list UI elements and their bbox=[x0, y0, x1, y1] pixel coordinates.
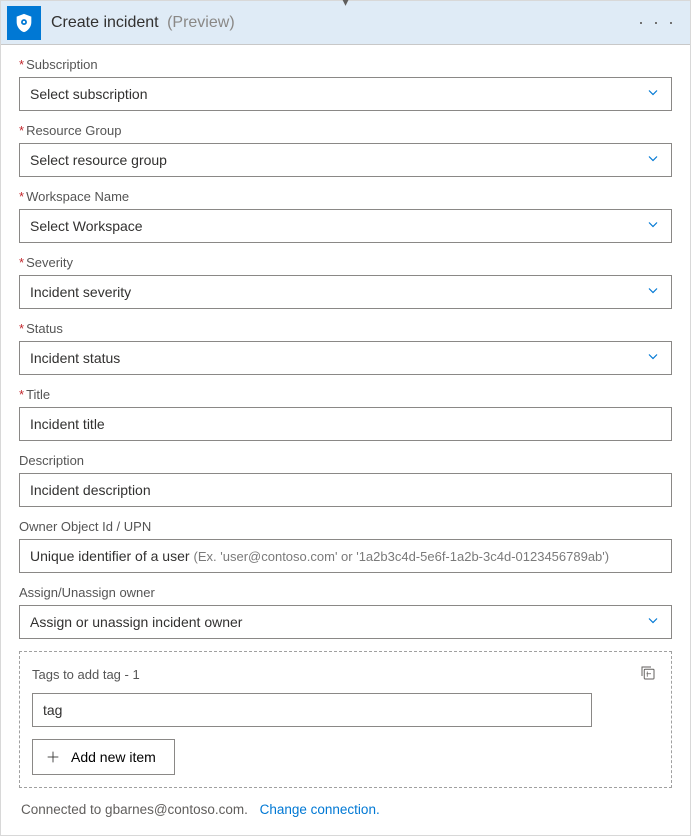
select-assign-owner[interactable]: Assign or unassign incident owner bbox=[19, 605, 672, 639]
field-status: *Status Incident status bbox=[19, 321, 672, 375]
card-title-text: Create incident bbox=[51, 14, 159, 31]
add-new-item-label: Add new item bbox=[71, 749, 156, 765]
label-description: Description bbox=[19, 453, 672, 468]
label-workspace: *Workspace Name bbox=[19, 189, 672, 204]
placeholder-subscription: Select subscription bbox=[30, 86, 148, 102]
sentinel-shield-icon bbox=[7, 6, 41, 40]
card-title: Create incident (Preview) bbox=[51, 14, 634, 32]
field-description: Description Incident description bbox=[19, 453, 672, 507]
input-tag[interactable]: tag bbox=[32, 693, 592, 727]
field-title: *Title Incident title bbox=[19, 387, 672, 441]
card-title-preview: (Preview) bbox=[167, 14, 235, 31]
tags-section: Tags to add tag - 1 tag Add new item bbox=[19, 651, 672, 788]
add-new-item-button[interactable]: Add new item bbox=[32, 739, 175, 775]
placeholder-assign-owner: Assign or unassign incident owner bbox=[30, 614, 242, 630]
field-assign-owner: Assign/Unassign owner Assign or unassign… bbox=[19, 585, 672, 639]
chevron-down-icon bbox=[645, 613, 661, 632]
plus-icon bbox=[45, 749, 61, 765]
chevron-down-icon bbox=[645, 349, 661, 368]
label-owner-id: Owner Object Id / UPN bbox=[19, 519, 672, 534]
chevron-down-icon bbox=[645, 217, 661, 236]
placeholder-status: Incident status bbox=[30, 350, 120, 366]
card-body: *Subscription Select subscription *Resou… bbox=[1, 45, 690, 835]
field-owner-id: Owner Object Id / UPN Unique identifier … bbox=[19, 519, 672, 573]
label-severity: *Severity bbox=[19, 255, 672, 270]
input-description[interactable]: Incident description bbox=[19, 473, 672, 507]
placeholder-severity: Incident severity bbox=[30, 284, 131, 300]
placeholder-title: Incident title bbox=[30, 416, 105, 432]
collapse-handle-icon[interactable]: ▾ bbox=[342, 0, 348, 9]
label-status: *Status bbox=[19, 321, 672, 336]
create-incident-card: ▾ Create incident (Preview) · · · *Subsc… bbox=[0, 0, 691, 836]
field-resource-group: *Resource Group Select resource group bbox=[19, 123, 672, 177]
label-subscription: *Subscription bbox=[19, 57, 672, 72]
field-subscription: *Subscription Select subscription bbox=[19, 57, 672, 111]
input-title[interactable]: Incident title bbox=[19, 407, 672, 441]
dynamic-content-icon[interactable] bbox=[637, 662, 659, 687]
connected-text: Connected to gbarnes@contoso.com. bbox=[21, 802, 248, 817]
label-assign-owner: Assign/Unassign owner bbox=[19, 585, 672, 600]
select-status[interactable]: Incident status bbox=[19, 341, 672, 375]
label-title: *Title bbox=[19, 387, 672, 402]
select-workspace[interactable]: Select Workspace bbox=[19, 209, 672, 243]
select-severity[interactable]: Incident severity bbox=[19, 275, 672, 309]
label-resource-group: *Resource Group bbox=[19, 123, 672, 138]
tag-value: tag bbox=[43, 702, 62, 718]
placeholder-workspace: Select Workspace bbox=[30, 218, 143, 234]
tags-label: Tags to add tag - 1 bbox=[32, 667, 140, 682]
select-resource-group[interactable]: Select resource group bbox=[19, 143, 672, 177]
field-severity: *Severity Incident severity bbox=[19, 255, 672, 309]
placeholder-resource-group: Select resource group bbox=[30, 152, 167, 168]
chevron-down-icon bbox=[645, 151, 661, 170]
select-subscription[interactable]: Select subscription bbox=[19, 77, 672, 111]
chevron-down-icon bbox=[645, 283, 661, 302]
input-owner-id[interactable]: Unique identifier of a user (Ex. 'user@c… bbox=[19, 539, 672, 573]
placeholder-description: Incident description bbox=[30, 482, 151, 498]
more-menu-button[interactable]: · · · bbox=[634, 8, 680, 37]
hint-owner-id: (Ex. 'user@contoso.com' or '1a2b3c4d-5e6… bbox=[194, 549, 610, 564]
field-workspace: *Workspace Name Select Workspace bbox=[19, 189, 672, 243]
change-connection-link[interactable]: Change connection. bbox=[260, 802, 380, 817]
placeholder-owner-id: Unique identifier of a user bbox=[30, 548, 190, 564]
connection-footer: Connected to gbarnes@contoso.com. Change… bbox=[19, 802, 672, 821]
chevron-down-icon bbox=[645, 85, 661, 104]
